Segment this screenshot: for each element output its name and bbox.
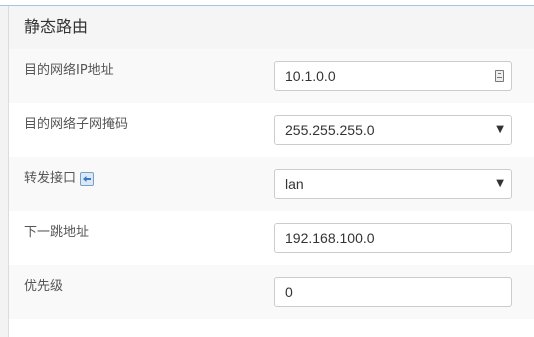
destination-mask-select[interactable]: 255.255.255.0 ▼ bbox=[274, 115, 512, 145]
next-hop-label-text: 下一跳地址 bbox=[24, 225, 90, 240]
interface-info-icon[interactable] bbox=[80, 172, 95, 186]
row-destination-mask: 目的网络子网掩码 255.255.255.0 ▼ bbox=[9, 103, 534, 157]
destination-mask-label: 目的网络子网掩码 bbox=[24, 116, 128, 134]
static-route-page: 静态路由 目的网络IP地址 10.1.0.0 目的网络子网掩码 255.255.… bbox=[0, 0, 534, 337]
forward-interface-value: lan bbox=[285, 176, 304, 192]
panel-header: 静态路由 bbox=[9, 6, 534, 50]
next-hop-label: 下一跳地址 bbox=[24, 224, 89, 242]
destination-ip-label-text: 目的网络IP地址 bbox=[24, 63, 114, 78]
destination-ip-input[interactable]: 10.1.0.0 bbox=[274, 61, 512, 91]
forward-interface-label: 转发接口 bbox=[24, 170, 95, 188]
forward-interface-select[interactable]: lan ▼ bbox=[274, 169, 512, 199]
priority-label-text: 优先级 bbox=[24, 279, 64, 294]
destination-ip-value: 10.1.0.0 bbox=[285, 68, 336, 84]
priority-label: 优先级 bbox=[24, 278, 63, 296]
priority-value: 0 bbox=[285, 284, 293, 300]
chevron-down-icon[interactable]: ▼ bbox=[496, 116, 504, 144]
chevron-down-icon[interactable]: ▼ bbox=[496, 170, 504, 198]
panel-title: 静态路由 bbox=[24, 17, 89, 36]
row-forward-interface: 转发接口 lan ▼ bbox=[9, 157, 534, 211]
forward-interface-label-text: 转发接口 bbox=[24, 171, 77, 186]
left-edge bbox=[0, 0, 8, 337]
static-route-panel: 静态路由 目的网络IP地址 10.1.0.0 目的网络子网掩码 255.255.… bbox=[9, 6, 534, 337]
next-hop-value: 192.168.100.0 bbox=[285, 230, 375, 246]
row-next-hop: 下一跳地址 192.168.100.0 bbox=[9, 211, 534, 265]
input-helper-icon[interactable] bbox=[495, 70, 504, 82]
row-destination-ip: 目的网络IP地址 10.1.0.0 bbox=[9, 49, 534, 103]
destination-ip-label: 目的网络IP地址 bbox=[24, 62, 114, 80]
destination-mask-label-text: 目的网络子网掩码 bbox=[24, 117, 129, 132]
destination-mask-value: 255.255.255.0 bbox=[285, 122, 375, 138]
next-hop-input[interactable]: 192.168.100.0 bbox=[274, 223, 512, 253]
priority-input[interactable]: 0 bbox=[274, 277, 512, 307]
row-priority: 优先级 0 bbox=[9, 265, 534, 319]
